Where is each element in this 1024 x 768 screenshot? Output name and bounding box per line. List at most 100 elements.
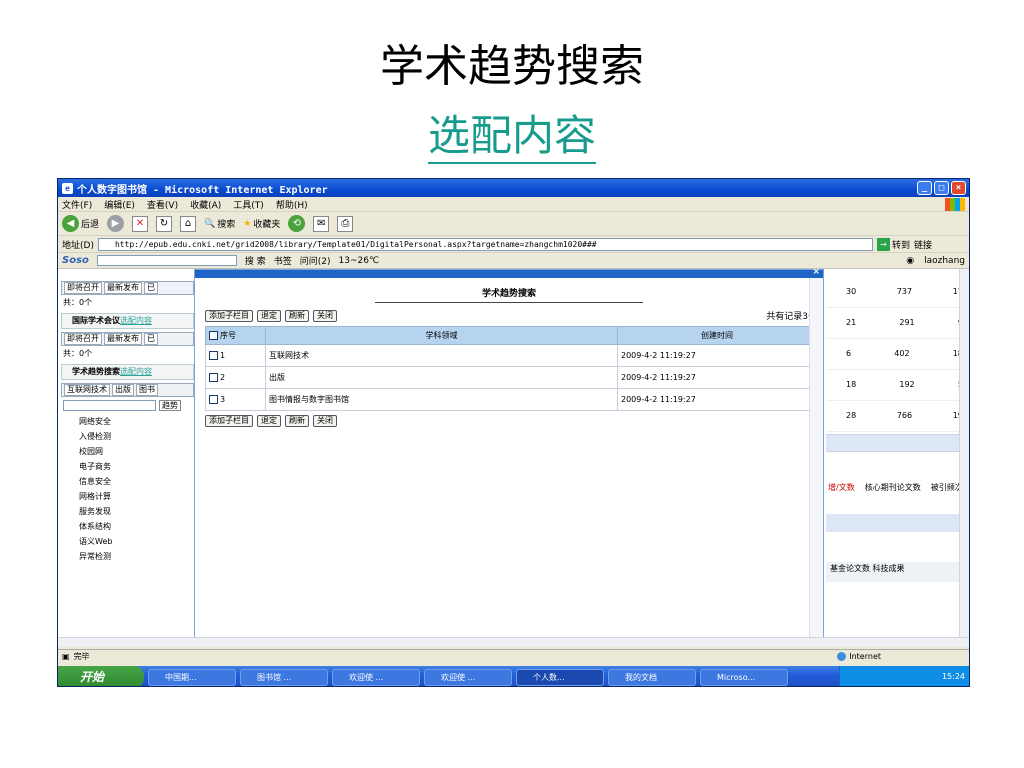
row-no: 1 <box>220 351 226 360</box>
tab-latest-2[interactable]: 最新发布 <box>104 333 142 345</box>
print-icon[interactable]: ⎙ <box>337 215 354 232</box>
start-button[interactable]: 开始 <box>58 666 144 686</box>
close-button[interactable]: 关闭 <box>313 309 337 322</box>
page-horizontal-scrollbar[interactable] <box>58 637 969 647</box>
history-icon[interactable]: ⟲ <box>288 215 306 232</box>
keyword-item[interactable]: 入侵检测 <box>61 429 194 444</box>
menu-edit[interactable]: 编辑(E) <box>104 198 135 211</box>
trend-search-input[interactable] <box>63 400 156 411</box>
tab-internet[interactable]: 互联网技术 <box>64 384 110 396</box>
keyword-item[interactable]: 语义Web <box>61 534 194 549</box>
taskbar-item[interactable]: 我的文档 <box>608 668 696 686</box>
trend-search-button[interactable]: 趋势 <box>159 400 181 411</box>
tab-library[interactable]: 图书 <box>136 384 158 396</box>
row-checkbox[interactable] <box>209 351 218 360</box>
taskbar-item[interactable]: 欢迎使 ... <box>424 668 512 686</box>
select-all-checkbox[interactable] <box>209 331 218 340</box>
menu-file[interactable]: 文件(F) <box>62 198 92 211</box>
forward-arrow-icon[interactable]: ▶ <box>107 215 125 232</box>
row-checkbox[interactable] <box>209 395 218 404</box>
table-row: 1 互联网技术 2009-4-2 11:19:27 <box>205 344 817 367</box>
back-button[interactable]: ◀ 后退 <box>62 215 99 232</box>
dialog-close-icon[interactable]: × <box>812 267 820 277</box>
status-bar: ▣ 完毕 Internet <box>58 649 969 663</box>
keyword-item[interactable]: 信息安全 <box>61 474 194 489</box>
keyword-item[interactable]: 网络安全 <box>61 414 194 429</box>
refresh-button-bottom[interactable]: 刷新 <box>285 415 309 427</box>
favorites-button[interactable]: ★ 收藏夹 <box>243 217 280 231</box>
cell-time: 2009-4-2 11:19:27 <box>617 388 817 411</box>
bookmarks-button[interactable]: 书签 <box>274 254 292 267</box>
tab-other[interactable]: 已 <box>144 282 158 294</box>
go-button[interactable]: → 转到 <box>876 237 910 251</box>
unsubscribe-button[interactable]: 退定 <box>257 309 281 322</box>
page-vertical-scrollbar[interactable] <box>959 269 969 647</box>
keyword-item[interactable]: 校园网 <box>61 444 194 459</box>
menu-tools[interactable]: 工具(T) <box>233 198 264 211</box>
minimize-icon[interactable]: _ <box>917 181 932 195</box>
go-label: 转到 <box>891 240 910 251</box>
taskbar-item[interactable]: 图书馆 ... <box>240 668 328 686</box>
close-icon[interactable]: × <box>951 181 966 195</box>
status-text: 完毕 <box>73 652 90 661</box>
wenwen-button[interactable]: 问问(2) <box>300 254 331 267</box>
tab-other-2[interactable]: 已 <box>144 333 158 345</box>
header-col: 增/文数 <box>828 483 855 492</box>
section-conference-link[interactable]: 选配内容 <box>120 316 152 325</box>
maximize-icon[interactable]: □ <box>934 181 949 195</box>
tab-upcoming[interactable]: 即将召开 <box>64 282 102 294</box>
section-trend-link[interactable]: 选配内容 <box>120 367 152 376</box>
cell-field[interactable]: 出版 <box>265 366 618 389</box>
stat-cell: 21 <box>846 318 857 327</box>
home-icon[interactable]: ⌂ <box>180 215 197 232</box>
links-button[interactable]: 链接 <box>914 238 932 251</box>
add-subcolumn-button[interactable]: 添加子栏目 <box>205 309 253 322</box>
slide-link[interactable]: 选配内容 <box>0 102 1024 164</box>
taskbar-item[interactable]: 中国期... <box>148 668 236 686</box>
stop-icon[interactable]: ✕ <box>132 215 149 232</box>
stat-cell: 28 <box>846 411 857 420</box>
soso-toolbar: Soso 搜 索 书签 问问(2) 13~26℃ ◉ laozhang <box>58 253 969 269</box>
tab-upcoming-2[interactable]: 即将召开 <box>64 333 102 345</box>
keyword-item[interactable]: 体系结构 <box>61 519 194 534</box>
tab-publishing[interactable]: 出版 <box>112 384 134 396</box>
header-col: 核心期刊论文数 <box>864 483 921 492</box>
header-col: 被引频次 <box>930 483 963 492</box>
cell-time: 2009-4-2 11:19:27 <box>617 366 817 389</box>
row-no: 3 <box>220 395 226 404</box>
refresh-button[interactable]: 刷新 <box>285 309 309 322</box>
conference-tabs-2: 即将召开 最新发布 已 <box>61 332 194 346</box>
section-trend-title: 学术趋势搜索 <box>72 367 120 376</box>
taskbar: 开始 中国期... 图书馆 ... 欢迎使 ... 欢迎使 ... 个人数...… <box>58 666 969 686</box>
stat-cell: 402 <box>894 349 910 358</box>
search-button[interactable]: 🔍 搜索 <box>204 217 235 231</box>
keyword-item[interactable]: 网格计算 <box>61 489 194 504</box>
add-subcolumn-button-bottom[interactable]: 添加子栏目 <box>205 415 253 427</box>
keyword-item[interactable]: 电子商务 <box>61 459 194 474</box>
close-button-bottom[interactable]: 关闭 <box>313 415 337 427</box>
keyword-item[interactable]: 服务发现 <box>61 504 194 519</box>
menu-favorites[interactable]: 收藏(A) <box>190 198 221 211</box>
keyword-item[interactable]: 异常检测 <box>61 549 194 564</box>
slide-link-text[interactable]: 选配内容 <box>427 111 596 164</box>
taskbar-item-active[interactable]: 个人数... <box>516 668 604 686</box>
mail-icon[interactable]: ✉ <box>313 215 330 232</box>
user-name[interactable]: laozhang <box>924 256 965 266</box>
tab-latest[interactable]: 最新发布 <box>104 282 142 294</box>
soso-search-button[interactable]: 搜 索 <box>245 254 266 267</box>
taskbar-item[interactable]: 欢迎使 ... <box>332 668 420 686</box>
right-header: 增/文数 核心期刊论文数 被引频次 <box>826 482 969 494</box>
menu-help[interactable]: 帮助(H) <box>276 198 308 211</box>
address-input[interactable]: http://epub.edu.cnki.net/grid2008/librar… <box>97 237 873 251</box>
cell-field[interactable]: 图书情报与数字图书馆 <box>265 388 618 411</box>
taskbar-item[interactable]: Microso... <box>700 668 788 686</box>
slide-title: 学术趋势搜索 <box>380 41 644 92</box>
menu-view[interactable]: 查看(V) <box>147 198 178 211</box>
right-band-2 <box>826 514 969 532</box>
cell-field[interactable]: 互联网技术 <box>265 344 618 367</box>
soso-search-input[interactable] <box>96 255 237 266</box>
unsubscribe-button-bottom[interactable]: 退定 <box>257 415 281 427</box>
dialog-scrollbar[interactable] <box>809 278 823 638</box>
refresh-icon[interactable]: ↻ <box>156 215 173 232</box>
row-checkbox[interactable] <box>209 373 218 382</box>
